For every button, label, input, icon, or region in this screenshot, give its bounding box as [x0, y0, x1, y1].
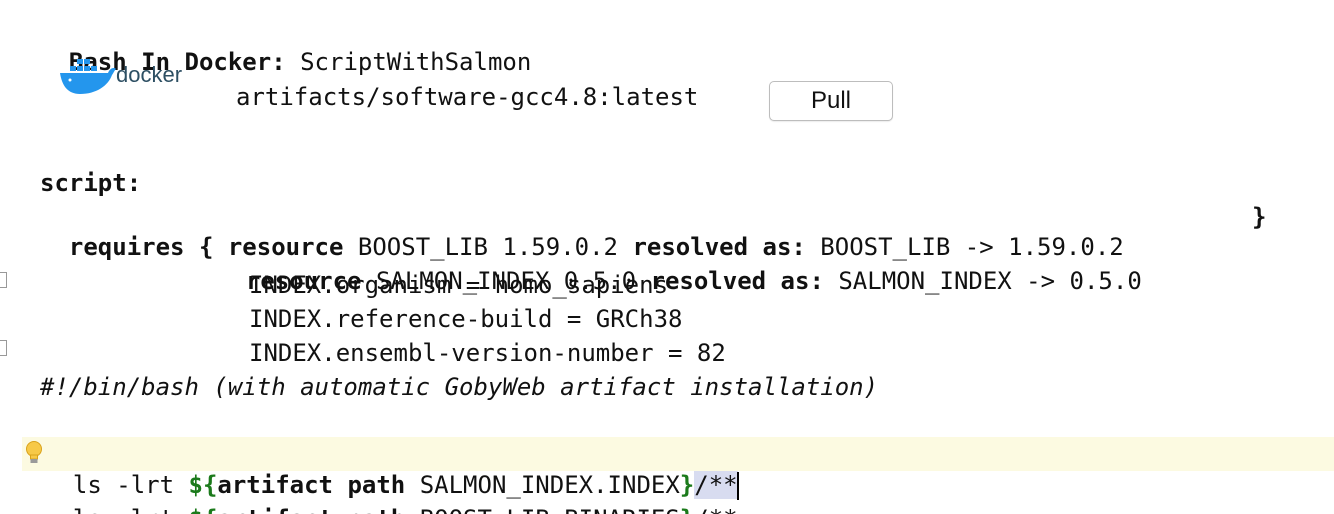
- header-separator: :: [271, 48, 286, 76]
- artifact-reference: BOOST_LIB.BINARIES: [405, 505, 680, 514]
- docker-logo-text: docker: [116, 62, 182, 87]
- resolved-as-keyword: resolved as:: [650, 267, 824, 295]
- command-line-salmon[interactable]: ls -lrt ${artifact path SALMON_INDEX.IND…: [44, 440, 739, 500]
- docker-image-name: artifacts/software-gcc4.8:latest: [236, 83, 699, 111]
- interpolation-close: }: [680, 505, 694, 514]
- command-suffix: /**: [694, 505, 737, 514]
- fold-marker-icon[interactable]: [0, 340, 7, 356]
- requires-keyword: requires {: [68, 233, 214, 261]
- requires-line-salmon: resource SALMON_INDEX 0.5.0 resolved as:…: [217, 236, 1142, 295]
- pull-button[interactable]: Pull: [769, 81, 893, 121]
- attribute-line: INDEX.reference-build = GRCh38: [249, 305, 683, 333]
- script-label: script:: [40, 169, 142, 197]
- command-line-boost[interactable]: ls -lrt ${artifact path BOOST_LIB.BINARI…: [44, 474, 738, 514]
- attribute-line: INDEX.organism = homo_sapiens: [249, 271, 669, 299]
- script-header: Bash In Docker: ScriptWithSalmon: [40, 17, 531, 76]
- command-prefix: ls -lrt: [73, 505, 189, 514]
- artifact-path-keyword: artifact path: [217, 505, 405, 514]
- resolved-value: SALMON_INDEX -> 0.5.0: [838, 267, 1142, 295]
- requires-close-brace: }: [1252, 203, 1267, 231]
- docker-logo-icon: docker: [60, 59, 182, 94]
- interpolation-open: ${: [189, 505, 218, 514]
- fold-marker-icon[interactable]: [0, 272, 7, 288]
- shebang-line: #!/bin/bash (with automatic GobyWeb arti…: [40, 373, 879, 401]
- attribute-line: INDEX.ensembl-version-number = 82: [249, 339, 726, 367]
- script-name[interactable]: ScriptWithSalmon: [300, 48, 531, 76]
- lightbulb-icon[interactable]: [24, 440, 44, 466]
- requires-line-boost: requires { resource BOOST_LIB 1.59.0.2 r…: [40, 202, 1124, 261]
